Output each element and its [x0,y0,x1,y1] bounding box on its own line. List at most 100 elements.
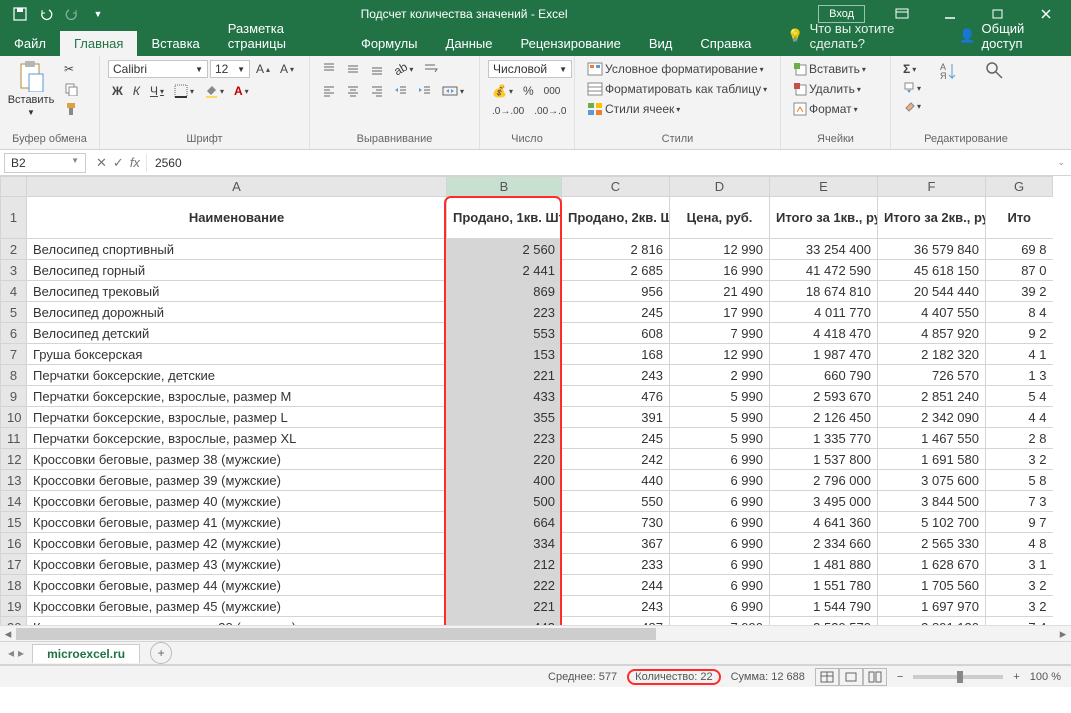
cell[interactable]: 87 0 [986,260,1053,281]
cell[interactable]: 4 641 360 [770,512,878,533]
cell[interactable]: 660 790 [770,365,878,386]
cell[interactable]: 4 4 [986,407,1053,428]
cell[interactable]: 5 4 [986,386,1053,407]
cell[interactable]: 212 [447,554,562,575]
tab-formulas[interactable]: Формулы [347,31,432,56]
cell[interactable]: 9 7 [986,512,1053,533]
paste-button[interactable]: Вставить ▼ [8,60,54,117]
cell[interactable]: 956 [562,281,670,302]
row-header[interactable]: 4 [1,281,27,302]
name-box[interactable]: B2▼ [4,153,86,173]
sheet-tab[interactable]: microexcel.ru [32,644,140,663]
clear-button[interactable]: ▾ [899,98,925,114]
cell[interactable]: 8 4 [986,302,1053,323]
border-button[interactable]: ▾ [170,82,198,100]
find-select-button[interactable] [977,60,1013,82]
cell[interactable]: 2 816 [562,239,670,260]
cell[interactable]: 5 990 [670,386,770,407]
cell[interactable]: 242 [562,449,670,470]
tab-review[interactable]: Рецензирование [506,31,634,56]
cell[interactable]: 5 102 700 [878,512,986,533]
formula-expand-icon[interactable]: ⌄ [1051,157,1071,168]
cell[interactable]: 6 990 [670,491,770,512]
cell-styles-button[interactable]: Стили ячеек▾ [583,100,684,118]
cell[interactable]: 4 857 920 [878,323,986,344]
cell[interactable]: 1 481 880 [770,554,878,575]
view-normal-icon[interactable] [815,668,839,686]
cell[interactable]: 6 990 [670,554,770,575]
cell[interactable]: 4 1 [986,344,1053,365]
col-header-B[interactable]: B [447,177,562,197]
increase-decimal-button[interactable]: .0→.00 [488,104,528,119]
cell[interactable]: Кроссовки беговые, размер 45 (мужские) [27,596,447,617]
col-header-D[interactable]: D [670,177,770,197]
cell[interactable]: 244 [562,575,670,596]
cell[interactable]: Перчатки боксерские, взрослые, размер M [27,386,447,407]
row-header[interactable]: 15 [1,512,27,533]
cell[interactable]: 664 [447,512,562,533]
fx-icon[interactable]: fx [130,155,140,171]
cell[interactable]: 433 [447,386,562,407]
cell[interactable]: 1 335 770 [770,428,878,449]
cell[interactable]: 3 495 000 [770,491,878,512]
font-name-select[interactable]: Calibri▼ [108,60,208,78]
cell[interactable]: 243 [562,365,670,386]
row-header[interactable]: 16 [1,533,27,554]
cell[interactable]: Велосипед дорожный [27,302,447,323]
cell[interactable]: 3 2 [986,596,1053,617]
cell[interactable]: Велосипед детский [27,323,447,344]
grow-font-button[interactable]: A▴ [252,60,274,78]
row-header[interactable]: 17 [1,554,27,575]
col-header-C[interactable]: C [562,177,670,197]
row-header[interactable]: 2 [1,239,27,260]
cell[interactable]: 1 537 800 [770,449,878,470]
tab-insert[interactable]: Вставка [137,31,213,56]
cell[interactable]: 4 418 470 [770,323,878,344]
row-header[interactable]: 7 [1,344,27,365]
cell[interactable]: 5 990 [670,407,770,428]
fill-color-button[interactable]: ▾ [200,82,228,100]
cell[interactable]: 221 [447,365,562,386]
new-sheet-button[interactable]: + [150,642,172,664]
cell[interactable]: 2 560 [447,239,562,260]
sort-filter-button[interactable]: AЯ [931,60,967,82]
comma-button[interactable]: 000 [540,84,565,99]
row-header[interactable]: 5 [1,302,27,323]
cell[interactable]: Груша боксерская [27,344,447,365]
view-pagebreak-icon[interactable] [863,668,887,686]
cell[interactable]: 6 990 [670,533,770,554]
align-center-button[interactable] [342,82,364,100]
row-header[interactable]: 6 [1,323,27,344]
decrease-decimal-button[interactable]: .00→.0 [530,104,570,119]
header-cell[interactable]: Продано, 2кв. Шт. [562,197,670,239]
indent-inc-button[interactable] [414,82,436,100]
font-size-select[interactable]: 12▼ [210,60,250,78]
cell[interactable]: 1 544 790 [770,596,878,617]
cell[interactable]: 245 [562,428,670,449]
view-layout-icon[interactable] [839,668,863,686]
cell[interactable]: 2 8 [986,428,1053,449]
cell[interactable]: 223 [447,302,562,323]
cell[interactable]: 476 [562,386,670,407]
qat-dropdown-icon[interactable]: ▼ [86,2,110,26]
row-header[interactable]: 11 [1,428,27,449]
cell[interactable]: 33 254 400 [770,239,878,260]
cell[interactable]: Кроссовки беговые, размер 43 (мужские) [27,554,447,575]
select-all-corner[interactable] [1,177,27,197]
percent-button[interactable]: % [519,82,538,100]
cell[interactable]: 730 [562,512,670,533]
cell[interactable]: 7 3 [986,491,1053,512]
orientation-button[interactable]: ab▾ [390,60,417,78]
cell[interactable]: 243 [562,596,670,617]
row-header[interactable]: 8 [1,365,27,386]
cell[interactable]: 7 990 [670,323,770,344]
cell[interactable]: 168 [562,344,670,365]
row-header[interactable]: 10 [1,407,27,428]
tab-help[interactable]: Справка [686,31,765,56]
tab-nav-next-icon[interactable]: ▸ [18,646,24,660]
tab-layout[interactable]: Разметка страницы [214,16,347,56]
align-left-button[interactable] [318,82,340,100]
format-table-button[interactable]: Форматировать как таблицу▾ [583,80,771,98]
tab-nav-prev-icon[interactable]: ◂ [8,646,14,660]
cell[interactable]: 2 565 330 [878,533,986,554]
